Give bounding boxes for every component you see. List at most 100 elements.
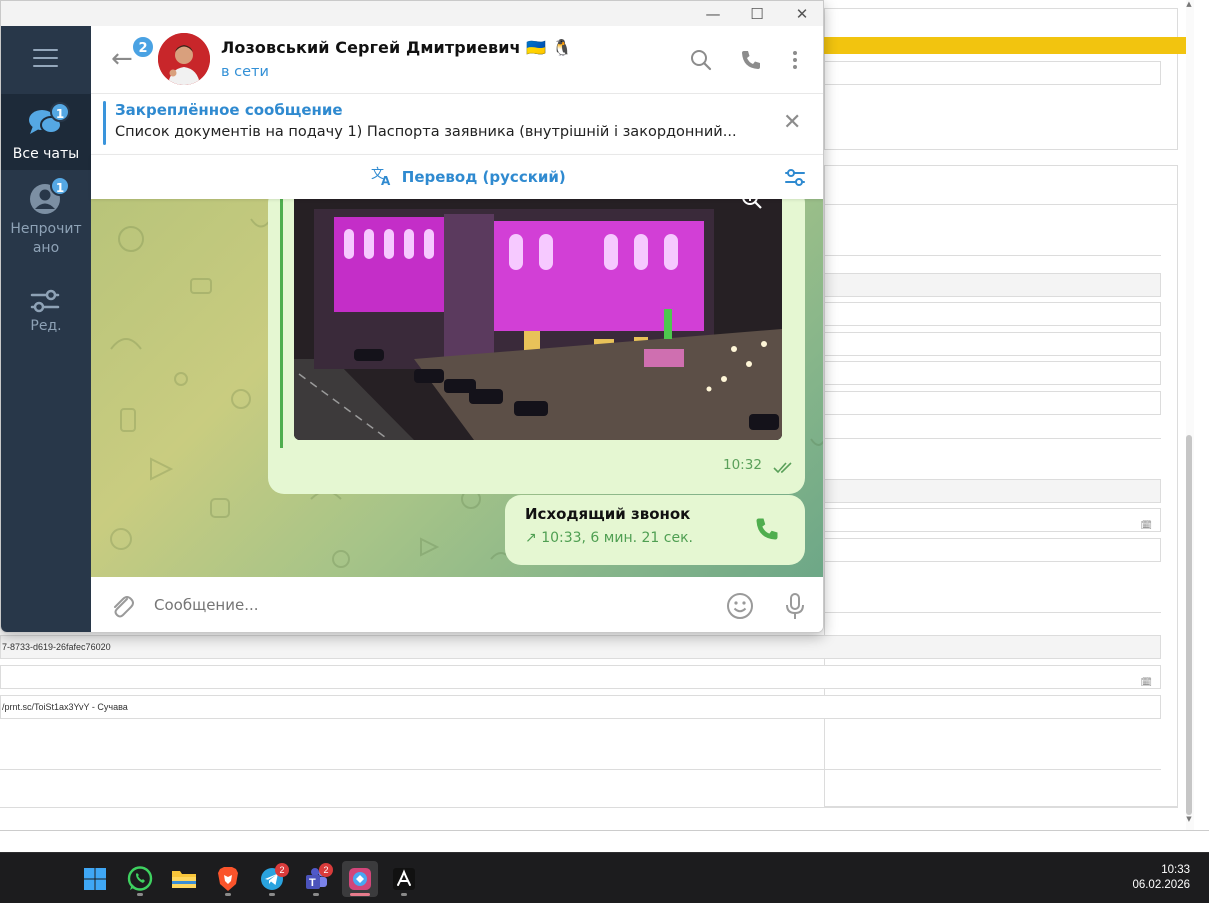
form-divider bbox=[824, 204, 1178, 205]
folder-label: Непрочит ано bbox=[10, 221, 82, 256]
taskbar-telegram[interactable]: 2 bbox=[254, 861, 290, 897]
online-status: в сети bbox=[221, 64, 269, 80]
translate-button[interactable]: 文 A Перевод (русский) bbox=[371, 166, 566, 188]
link-field[interactable]: /prnt.sc/ToiSt1ax3YvY - Сучава bbox=[0, 695, 1161, 719]
folder-all-chats[interactable]: 1 Все чаты bbox=[1, 94, 91, 170]
running-indicator bbox=[350, 893, 370, 896]
scroll-up-arrow[interactable]: ▲ bbox=[1184, 0, 1194, 10]
scroll-down-arrow[interactable]: ▼ bbox=[1184, 815, 1194, 825]
date-field[interactable]: 🗓 bbox=[0, 665, 1161, 689]
calendar-icon[interactable]: 🗓 bbox=[1141, 671, 1152, 688]
taskbar-whatsapp[interactable] bbox=[122, 861, 158, 897]
form-field[interactable] bbox=[824, 61, 1161, 85]
svg-text:T: T bbox=[309, 877, 316, 889]
windows-taskbar: 2 T 2 10:33 06.02.2026 bbox=[0, 852, 1209, 903]
search-icon[interactable] bbox=[689, 48, 713, 72]
notification-badge: 2 bbox=[319, 863, 333, 877]
folders-sidebar: 1 Все чаты 1 Непрочит ано Ред. bbox=[1, 26, 91, 632]
taskbar-screenshot-app[interactable] bbox=[342, 861, 378, 897]
date-field[interactable]: 🗓 bbox=[824, 508, 1161, 532]
unread-badge: 1 bbox=[50, 102, 70, 122]
emoji-icon[interactable] bbox=[725, 591, 755, 621]
chat-header: ← 2 Лозовський Сергей Дмитриевич 🇺🇦 🐧 в … bbox=[91, 26, 823, 94]
photo-quote-frame bbox=[280, 199, 784, 448]
taskbar-start-button[interactable] bbox=[77, 861, 113, 897]
maximize-button[interactable]: ☐ bbox=[735, 1, 779, 26]
pinned-message-bar[interactable]: Закреплённое сообщение Список документів… bbox=[91, 94, 823, 155]
whatsapp-icon bbox=[127, 866, 153, 891]
form-divider bbox=[824, 438, 1161, 439]
page-bottom-border bbox=[0, 830, 1209, 831]
window-titlebar: — ☐ ✕ bbox=[1, 1, 823, 26]
form-divider bbox=[0, 807, 1178, 808]
acrobat-icon bbox=[393, 868, 415, 890]
taskbar-file-explorer[interactable] bbox=[166, 861, 202, 897]
form-field[interactable] bbox=[824, 538, 1161, 562]
notification-badge: 2 bbox=[275, 863, 289, 877]
phone-icon[interactable] bbox=[753, 515, 781, 543]
system-clock[interactable]: 10:33 06.02.2026 bbox=[1132, 863, 1190, 893]
photo-message[interactable]: 10:32 bbox=[268, 199, 805, 494]
clock-date: 06.02.2026 bbox=[1132, 879, 1190, 891]
folder-label: Все чаты bbox=[12, 146, 80, 162]
running-indicator bbox=[269, 893, 275, 896]
running-indicator bbox=[401, 893, 407, 896]
taskbar-acrobat[interactable] bbox=[386, 861, 422, 897]
windows-logo-icon bbox=[84, 868, 106, 890]
clock-time: 10:33 bbox=[1161, 864, 1190, 876]
folder-icon bbox=[172, 871, 196, 888]
form-field[interactable] bbox=[824, 391, 1161, 415]
running-indicator bbox=[313, 893, 319, 896]
calendar-icon[interactable]: 🗓 bbox=[1141, 514, 1152, 531]
scrollbar-thumb[interactable] bbox=[1186, 435, 1192, 815]
uuid-field-value: 7-8733-d619-26fafec76020 bbox=[2, 642, 111, 652]
messages-area[interactable]: 10:32 Исходящий звонок ↗ 10:33, 6 мин. 2… bbox=[91, 199, 823, 577]
sliders-icon bbox=[30, 289, 60, 313]
hotel-photo[interactable] bbox=[294, 199, 782, 440]
translate-bar: 文 A Перевод (русский) bbox=[91, 155, 823, 199]
translate-icon: 文 A bbox=[371, 167, 398, 188]
form-field[interactable] bbox=[824, 479, 1161, 503]
chat-title[interactable]: Лозовський Сергей Дмитриевич 🇺🇦 🐧 bbox=[221, 38, 572, 57]
running-indicator bbox=[225, 893, 231, 896]
call-info: ↗ 10:33, 6 мин. 21 сек. bbox=[525, 530, 693, 546]
message-composer bbox=[91, 577, 823, 632]
form-field[interactable] bbox=[824, 273, 1161, 297]
form-divider bbox=[824, 612, 1161, 613]
translate-settings-icon[interactable] bbox=[783, 165, 807, 189]
folder-edit[interactable]: Ред. bbox=[1, 278, 91, 354]
taskbar-teams[interactable]: T 2 bbox=[298, 861, 334, 897]
form-field[interactable] bbox=[824, 361, 1161, 385]
more-options-icon[interactable] bbox=[783, 48, 807, 72]
close-window-button[interactable]: ✕ bbox=[780, 1, 823, 26]
pinned-title: Закреплённое сообщение bbox=[115, 101, 343, 119]
taskbar-brave[interactable] bbox=[210, 861, 246, 897]
phone-call-icon[interactable] bbox=[739, 48, 763, 72]
telegram-window: — ☐ ✕ 1 Все чаты 1 Непрочит ано Ред. ← 2… bbox=[0, 0, 824, 633]
outgoing-arrow-icon: ↗ bbox=[525, 530, 537, 546]
call-title: Исходящий звонок bbox=[525, 505, 691, 523]
brave-lion-icon bbox=[218, 867, 238, 891]
zoom-in-icon[interactable] bbox=[740, 199, 764, 211]
folder-unread[interactable]: 1 Непрочит ано bbox=[1, 172, 91, 264]
link-field-value: /prnt.sc/ToiSt1ax3YvY - Сучава bbox=[2, 702, 128, 712]
uuid-field[interactable]: 7-8733-d619-26fafec76020 bbox=[0, 635, 1161, 659]
form-field[interactable] bbox=[824, 302, 1161, 326]
form-field[interactable] bbox=[824, 332, 1161, 356]
close-icon[interactable]: ✕ bbox=[783, 110, 801, 135]
translate-label: Перевод (русский) bbox=[401, 168, 566, 186]
minimize-button[interactable]: — bbox=[691, 1, 735, 26]
avatar[interactable] bbox=[158, 33, 210, 85]
form-divider bbox=[824, 255, 1161, 256]
menu-icon[interactable] bbox=[33, 49, 58, 73]
microphone-icon[interactable] bbox=[780, 591, 810, 621]
message-time: 10:32 bbox=[723, 457, 762, 473]
form-highlight-bar bbox=[824, 37, 1186, 54]
message-input[interactable] bbox=[154, 594, 714, 616]
outgoing-call-message[interactable]: Исходящий звонок ↗ 10:33, 6 мин. 21 сек. bbox=[505, 495, 805, 565]
attach-icon[interactable] bbox=[107, 591, 137, 621]
form-divider bbox=[0, 769, 1161, 770]
call-details: 10:33, 6 мин. 21 сек. bbox=[541, 530, 693, 546]
folder-label: Ред. bbox=[30, 318, 62, 334]
back-arrow-icon[interactable]: ← bbox=[111, 46, 133, 72]
